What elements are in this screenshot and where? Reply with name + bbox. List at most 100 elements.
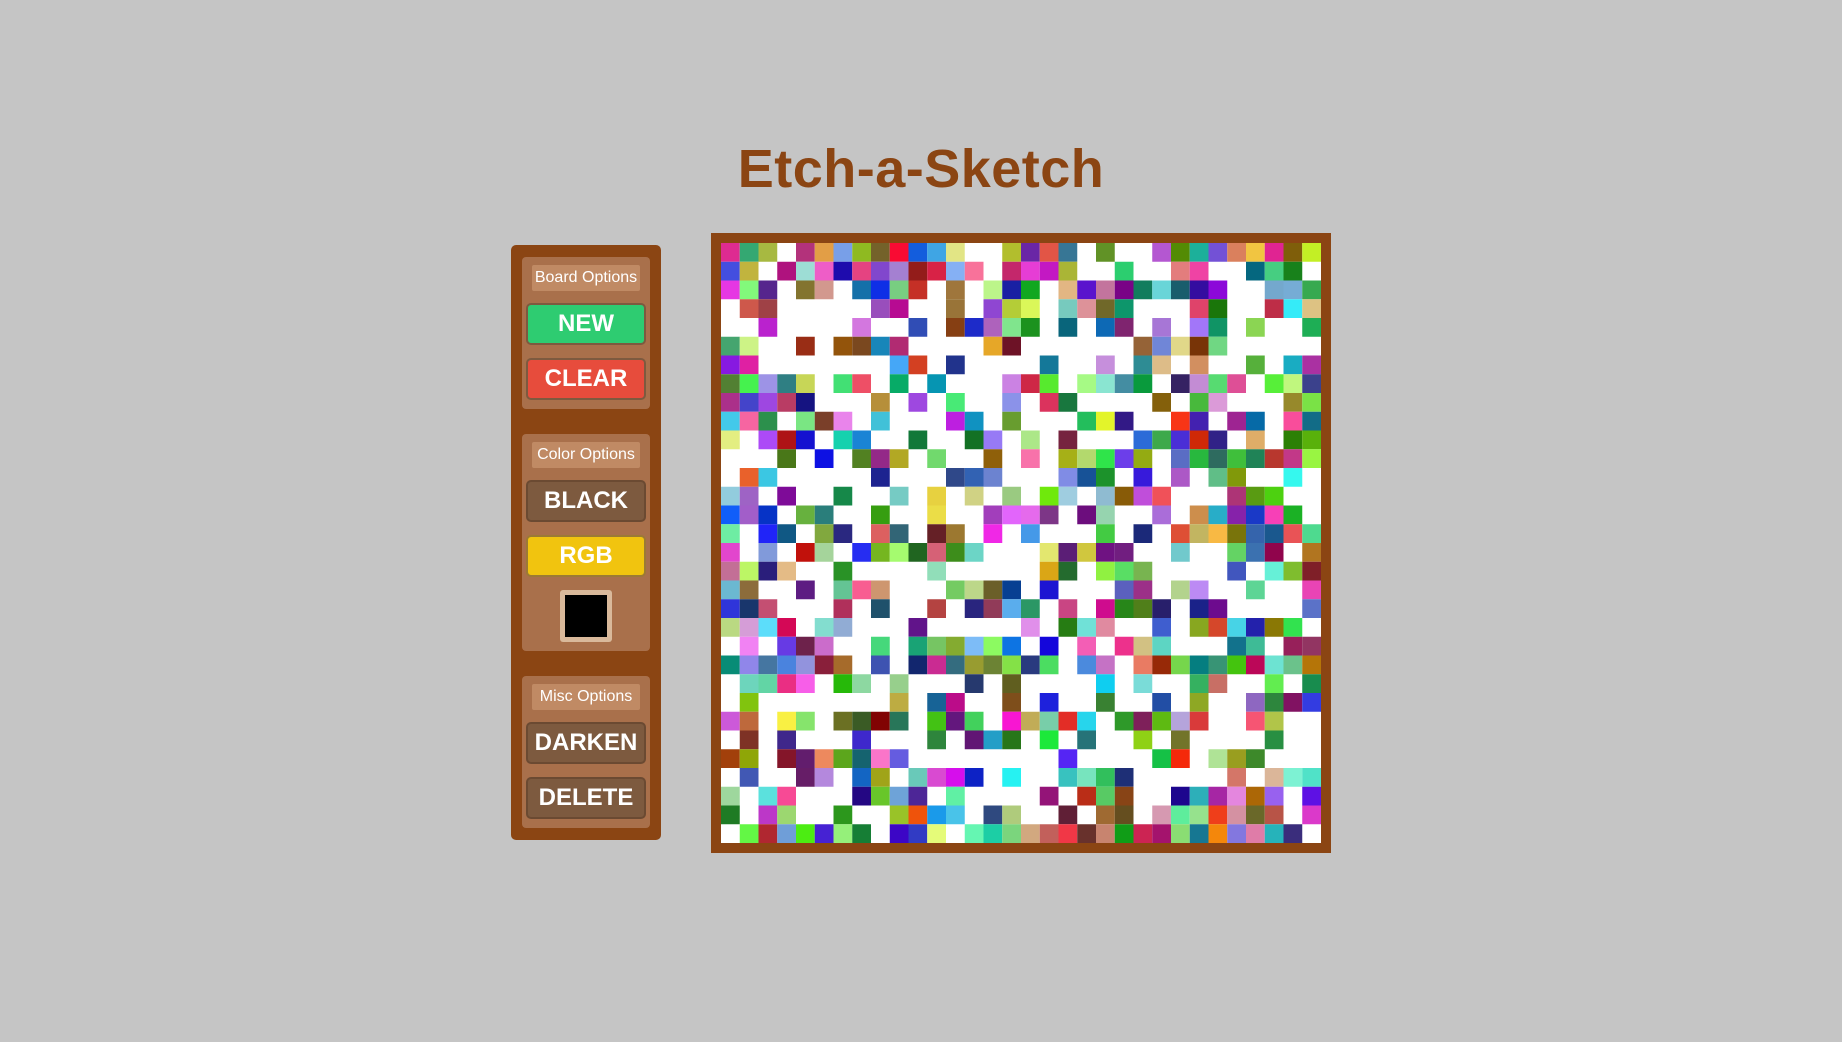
grid-cell[interactable]: [1002, 505, 1021, 525]
grid-cell[interactable]: [1189, 393, 1209, 412]
grid-cell[interactable]: [1114, 636, 1134, 656]
grid-cell[interactable]: [908, 261, 928, 281]
grid-cell[interactable]: [964, 430, 984, 450]
grid-cell[interactable]: [1096, 374, 1115, 393]
grid-cell[interactable]: [1058, 618, 1078, 637]
grid-cell[interactable]: [1283, 468, 1303, 487]
grid-cell[interactable]: [796, 411, 815, 431]
grid-cell[interactable]: [871, 599, 890, 618]
grid-cell[interactable]: [1302, 299, 1321, 318]
grid-cell[interactable]: [1039, 711, 1059, 731]
grid-cell[interactable]: [796, 374, 815, 393]
grid-cell[interactable]: [758, 430, 778, 450]
grid-cell[interactable]: [1096, 674, 1115, 693]
grid-cell[interactable]: [739, 693, 759, 712]
grid-cell[interactable]: [1114, 805, 1134, 825]
grid-cell[interactable]: [927, 655, 946, 675]
grid-cell[interactable]: [1002, 599, 1021, 618]
grid-cell[interactable]: [1208, 430, 1228, 450]
grid-cell[interactable]: [1002, 336, 1021, 356]
grid-cell[interactable]: [852, 543, 871, 562]
grid-cell[interactable]: [1133, 711, 1153, 731]
grid-cell[interactable]: [1077, 655, 1096, 675]
grid-cell[interactable]: [796, 655, 815, 675]
grid-cell[interactable]: [796, 243, 815, 262]
grid-cell[interactable]: [983, 505, 1003, 525]
grid-cell[interactable]: [946, 411, 965, 431]
grid-cell[interactable]: [1096, 243, 1115, 262]
grid-cell[interactable]: [1171, 449, 1190, 468]
grid-cell[interactable]: [739, 393, 759, 412]
grid-cell[interactable]: [964, 468, 984, 487]
grid-cell[interactable]: [1208, 599, 1228, 618]
grid-cell[interactable]: [1039, 824, 1059, 843]
grid-cell[interactable]: [1133, 374, 1153, 393]
grid-cell[interactable]: [908, 243, 928, 262]
grid-cell[interactable]: [1077, 618, 1096, 637]
grid-cell[interactable]: [1058, 449, 1078, 468]
grid-cell[interactable]: [908, 280, 928, 300]
grid-cell[interactable]: [983, 580, 1003, 600]
grid-cell[interactable]: [833, 711, 853, 731]
grid-cell[interactable]: [1189, 411, 1209, 431]
grid-cell[interactable]: [1171, 580, 1190, 600]
grid-cell[interactable]: [852, 243, 871, 262]
grid-cell[interactable]: [721, 580, 740, 600]
grid-cell[interactable]: [871, 655, 890, 675]
grid-cell[interactable]: [721, 355, 740, 375]
grid-cell[interactable]: [983, 824, 1003, 843]
grid-cell[interactable]: [908, 805, 928, 825]
grid-cell[interactable]: [1208, 749, 1228, 768]
grid-cell[interactable]: [1058, 299, 1078, 318]
grid-cell[interactable]: [777, 393, 796, 412]
grid-cell[interactable]: [1246, 449, 1265, 468]
grid-cell[interactable]: [1002, 711, 1021, 731]
grid-cell[interactable]: [1283, 618, 1303, 637]
grid-cell[interactable]: [721, 393, 740, 412]
grid-cell[interactable]: [1077, 280, 1096, 300]
grid-cell[interactable]: [1039, 636, 1059, 656]
grid-cell[interactable]: [1002, 805, 1021, 825]
grid-cell[interactable]: [946, 524, 965, 543]
grid-cell[interactable]: [983, 299, 1003, 318]
grid-cell[interactable]: [777, 636, 796, 656]
grid-cell[interactable]: [983, 524, 1003, 543]
grid-cell[interactable]: [1264, 449, 1284, 468]
grid-cell[interactable]: [758, 824, 778, 843]
grid-cell[interactable]: [1133, 655, 1153, 675]
grid-cell[interactable]: [833, 411, 853, 431]
sketch-board[interactable]: [721, 243, 1321, 843]
grid-cell[interactable]: [1246, 505, 1265, 525]
grid-cell[interactable]: [1227, 824, 1246, 843]
grid-cell[interactable]: [1171, 430, 1190, 450]
grid-cell[interactable]: [1002, 393, 1021, 412]
grid-cell[interactable]: [758, 468, 778, 487]
grid-cell[interactable]: [1189, 355, 1209, 375]
grid-cell[interactable]: [1302, 243, 1321, 262]
grid-cell[interactable]: [946, 786, 965, 806]
grid-cell[interactable]: [1302, 393, 1321, 412]
grid-cell[interactable]: [1189, 318, 1209, 337]
grid-cell[interactable]: [852, 318, 871, 337]
grid-cell[interactable]: [1171, 524, 1190, 543]
grid-cell[interactable]: [758, 524, 778, 543]
grid-cell[interactable]: [1039, 355, 1059, 375]
grid-cell[interactable]: [758, 374, 778, 393]
grid-cell[interactable]: [739, 261, 759, 281]
grid-cell[interactable]: [739, 355, 759, 375]
grid-cell[interactable]: [1058, 430, 1078, 450]
grid-cell[interactable]: [721, 280, 740, 300]
grid-cell[interactable]: [1189, 449, 1209, 468]
grid-cell[interactable]: [964, 711, 984, 731]
grid-cell[interactable]: [1189, 374, 1209, 393]
grid-cell[interactable]: [1189, 336, 1209, 356]
grid-cell[interactable]: [1171, 374, 1190, 393]
grid-cell[interactable]: [1077, 730, 1096, 750]
grid-cell[interactable]: [739, 486, 759, 506]
grid-cell[interactable]: [1171, 824, 1190, 843]
grid-cell[interactable]: [796, 543, 815, 562]
grid-cell[interactable]: [889, 280, 909, 300]
grid-cell[interactable]: [1227, 505, 1246, 525]
grid-cell[interactable]: [1114, 543, 1134, 562]
grid-cell[interactable]: [814, 243, 834, 262]
